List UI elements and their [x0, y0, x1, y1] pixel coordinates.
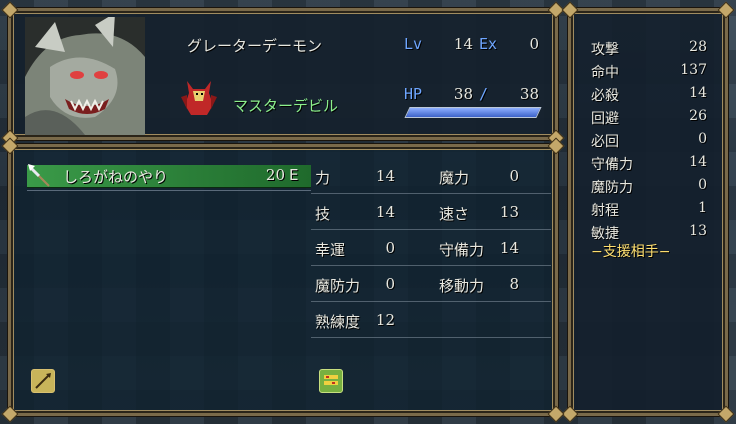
range-label: 射程: [591, 203, 619, 219]
hp-gauge-fill: [405, 108, 541, 117]
frame-corner: [547, 405, 565, 423]
stat-divider: [311, 229, 551, 230]
stat-mag-value: 0: [509, 167, 519, 185]
stat-mov-value: 8: [509, 275, 519, 293]
frame-corner: [1, 405, 19, 423]
weapon-uses: 20: [265, 166, 285, 184]
support-partners-label: −支援相手−: [591, 244, 671, 260]
stat-skl-value: 14: [375, 203, 395, 221]
stat-mov-label: 移動力: [439, 277, 485, 295]
unit-portrait: [25, 17, 145, 135]
stat-str-value: 14: [375, 167, 395, 185]
hit-value: 137: [680, 62, 707, 78]
stat-def-label: 守備力: [439, 241, 485, 259]
exp-label: Ex: [479, 35, 498, 53]
exp-value: 0: [529, 35, 539, 53]
crit-label: 必殺: [591, 88, 619, 104]
unit-class: マスターデビル: [233, 97, 339, 115]
stat-def-value: 14: [499, 239, 519, 257]
stat-spd-label: 速さ: [439, 205, 470, 223]
stat-lck-value: 0: [385, 239, 395, 257]
resistance-value: 0: [698, 177, 707, 193]
hp-gauge: [404, 107, 542, 118]
unit-name: グレーターデーモン: [187, 37, 323, 55]
item-bag-icon[interactable]: [319, 369, 343, 393]
stat-lck-label: 幸運: [315, 241, 346, 259]
attack-value: 28: [689, 39, 707, 55]
frame-corner: [717, 405, 735, 423]
hit-label: 命中: [591, 65, 619, 81]
crit-value: 14: [689, 85, 707, 101]
stat-mag-label: 魔力: [439, 169, 470, 187]
attack-label: 攻撃: [591, 42, 619, 58]
agility-label: 敏捷: [591, 226, 619, 242]
hp-label: HP: [404, 85, 423, 103]
unit-detail-panel: しろがねのやり 20 E 力 14 魔力 0 技 14 速さ 13 幸運 0 守…: [1, 137, 565, 423]
avoid-label: 回避: [591, 111, 619, 127]
hp-max: 38: [519, 85, 539, 103]
combat-stats-panel: 攻撃 28 命中 137 必殺 14 回避 26 必回 0 守備力 14 魔防力…: [561, 1, 735, 423]
inventory-divider: [27, 190, 311, 191]
lance-rank-icon[interactable]: [31, 369, 55, 393]
hp-separator: /: [479, 85, 489, 103]
frame-corner: [717, 1, 735, 19]
stat-proficiency-label: 熟練度: [315, 313, 361, 331]
defense-label: 守備力: [591, 157, 633, 173]
resistance-label: 魔防力: [591, 180, 633, 196]
frame-corner: [1, 1, 19, 19]
lance-icon: [27, 163, 51, 189]
avoid-value: 26: [689, 108, 707, 124]
agility-value: 13: [689, 223, 707, 239]
stat-spd-value: 13: [499, 203, 519, 221]
stat-res-label: 魔防力: [315, 277, 361, 295]
weapon-rank: E: [289, 166, 299, 184]
unit-header-panel: グレーターデーモン マスターデビル Lv 14 Ex 0 HP 38 / 38: [1, 1, 565, 147]
weapon-name: しろがねのやり: [63, 168, 169, 186]
class-map-sprite-icon: [179, 75, 219, 117]
crit-avoid-label: 必回: [591, 134, 619, 150]
crit-avoid-value: 0: [698, 131, 707, 147]
frame-corner: [561, 1, 579, 19]
level-label: Lv: [404, 35, 423, 53]
stat-proficiency-value: 12: [375, 311, 395, 329]
range-value: 1: [698, 200, 707, 216]
hp-current: 38: [453, 85, 473, 103]
stat-divider: [311, 337, 551, 338]
stat-divider: [311, 265, 551, 266]
stat-skl-label: 技: [315, 205, 331, 223]
stat-str-label: 力: [315, 169, 331, 187]
level-value: 14: [453, 35, 473, 53]
stat-res-value: 0: [385, 275, 395, 293]
stat-divider: [311, 193, 551, 194]
stat-divider: [311, 301, 551, 302]
defense-value: 14: [689, 154, 707, 170]
